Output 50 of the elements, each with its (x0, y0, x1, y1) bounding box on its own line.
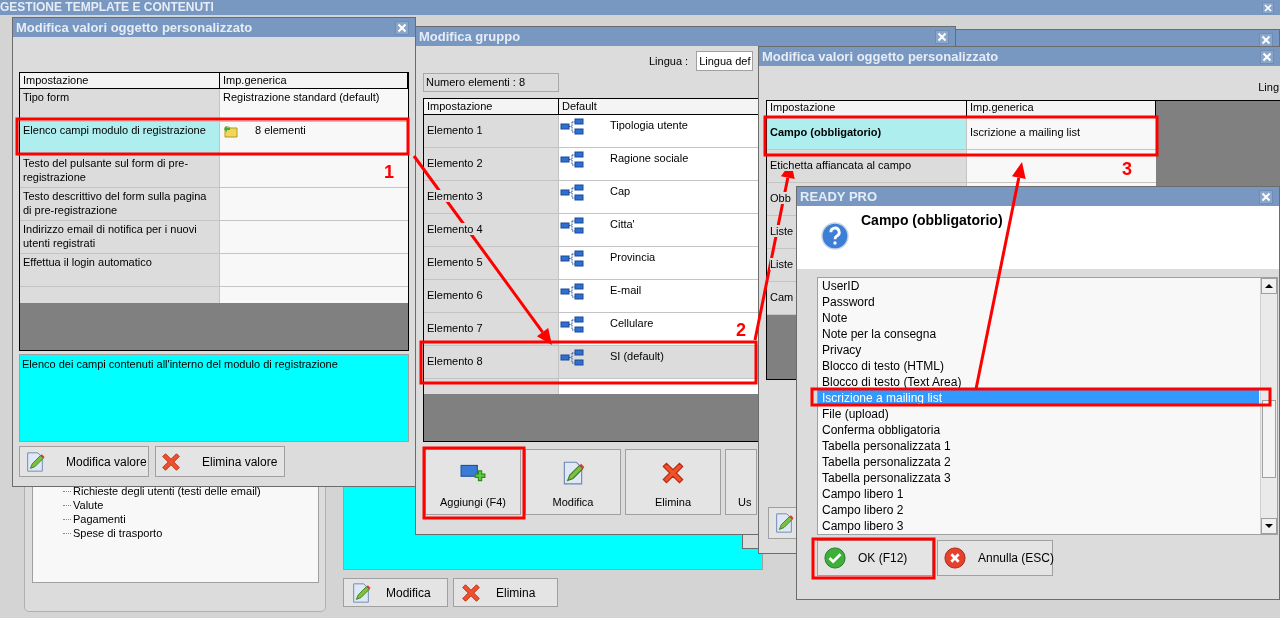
table-cell: Testo del pulsante sul form di pre-registrazione (20, 155, 220, 188)
table-cell: Effettua il login automatico (20, 254, 220, 287)
table-cell: Obb (770, 192, 791, 204)
window-title: Modifica valori oggetto personalizzato (16, 18, 253, 37)
table-cell: Cam (770, 291, 794, 303)
dialog-heading: Campo (obbligatorio) (861, 211, 1003, 230)
table-cell: Elenco campi modulo di registrazione (20, 122, 220, 155)
table-cell: Elemento 6 (427, 289, 483, 301)
table-cell: Elemento 4 (427, 223, 483, 235)
table-cell: Liste (770, 225, 794, 237)
table-cell: Elemento 7 (427, 322, 483, 334)
language-label: Lingua : (649, 53, 689, 69)
table-cell: Testo descrittivo del form sulla pagina di pre-registrazione (20, 188, 220, 221)
table-cell: Elemento 3 (427, 190, 483, 202)
column-header: Impostazione (767, 101, 967, 117)
table-cell: Liste (770, 258, 794, 270)
table-cell: Cellulare (610, 316, 654, 330)
table-cell: Elemento 8 (427, 355, 483, 367)
table-cell: 8 elementi (255, 123, 306, 137)
table-cell: Tipologia utente (610, 118, 688, 132)
window-title: Modifica gruppo (419, 27, 521, 46)
column-header: Impostazione (20, 73, 220, 89)
step-number: 2 (736, 320, 746, 340)
window-title: GESTIONE TEMPLATE E CONTENUTI (0, 0, 214, 15)
window-title: Modifica valori oggetto personalizzato (762, 47, 999, 66)
table-cell: Elemento 5 (427, 256, 483, 268)
step-number: 1 (384, 162, 394, 182)
table-cell: Registrazione standard (default) (223, 90, 380, 104)
table-cell: Tipo form (20, 89, 220, 122)
table-cell: Etichetta affiancata al campo (770, 159, 912, 171)
table-cell: Elemento 2 (427, 157, 483, 169)
column-header: Imp.generica (220, 73, 408, 89)
column-header: Impostazione (424, 99, 559, 115)
table-cell: Campo (obbligatorio) (770, 126, 882, 138)
language-label: Ling (1258, 80, 1279, 95)
table-cell: E-mail (610, 283, 642, 297)
table-cell: Cap (610, 184, 631, 198)
table-cell: Ragione sociale (610, 151, 689, 165)
description-panel: Elenco dei campi contenuti all'interno del modulo di registrazione (19, 354, 409, 442)
window-title: READY PRO (800, 187, 878, 206)
table-cell: SI (default) (610, 349, 664, 363)
table-cell: Provincia (610, 250, 656, 264)
table-cell: Citta' (610, 217, 635, 231)
table-cell: Elemento 1 (427, 124, 483, 136)
table-cell: Iscrizione a mailing list (970, 126, 1081, 138)
table-cell: Indirizzo email di notifica per i nuovi utenti registrati (20, 221, 220, 254)
step-number: 3 (1122, 159, 1132, 179)
column-header: Imp.generica (967, 101, 1156, 117)
column-header: Default (559, 99, 759, 115)
element-count: Numero elementi : 8 (423, 73, 559, 92)
